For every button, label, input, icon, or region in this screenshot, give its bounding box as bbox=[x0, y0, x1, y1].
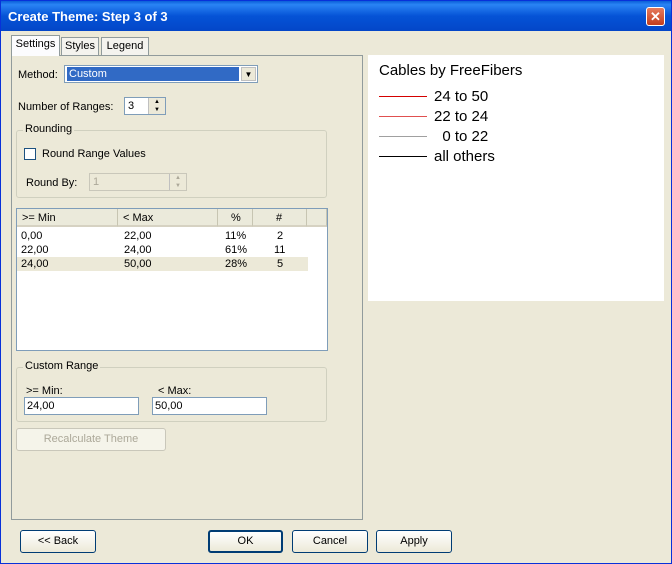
cell-percent: 28% bbox=[225, 258, 248, 270]
table-row[interactable]: 0,00 22,00 11% 2 bbox=[17, 229, 308, 243]
cell-max: 24,00 bbox=[124, 244, 152, 256]
round-range-label: Round Range Values bbox=[42, 148, 146, 160]
cell-count: 11 bbox=[274, 244, 286, 256]
chevron-down-icon[interactable]: ▼ bbox=[241, 67, 256, 81]
round-by-value: 1 bbox=[93, 176, 100, 188]
cell-min: 24,00 bbox=[21, 258, 49, 270]
cell-count: 5 bbox=[277, 258, 284, 270]
max-label: < Max: bbox=[158, 385, 192, 397]
cell-max: 22,00 bbox=[124, 230, 152, 242]
close-icon: ✕ bbox=[650, 9, 661, 24]
spinner-arrows-icon[interactable]: ▲ ▼ bbox=[148, 98, 165, 114]
legend-label: 22 to 24 bbox=[434, 108, 489, 125]
round-range-checkbox[interactable] bbox=[24, 148, 36, 160]
column-header-count[interactable]: # bbox=[253, 209, 307, 227]
custom-range-group-title: Custom Range bbox=[23, 360, 101, 372]
legend-entry: 22 to 24 bbox=[379, 107, 659, 127]
ok-button[interactable]: OK bbox=[208, 530, 283, 553]
cell-max: 50,00 bbox=[124, 258, 152, 270]
cell-percent: 11% bbox=[225, 230, 247, 242]
ranges-label: Number of Ranges: bbox=[18, 101, 114, 113]
legend-preview: Cables by FreeFibers 24 to 50 22 to 24 0… bbox=[368, 55, 664, 301]
close-button[interactable]: ✕ bbox=[646, 7, 665, 26]
preview-title: Cables by FreeFibers bbox=[379, 62, 523, 79]
round-by-label: Round By: bbox=[26, 177, 78, 189]
tab-styles[interactable]: Styles bbox=[61, 37, 99, 55]
window-title: Create Theme: Step 3 of 3 bbox=[8, 9, 168, 24]
legend-entry: all others bbox=[379, 147, 659, 167]
method-value: Custom bbox=[67, 67, 239, 81]
tab-settings[interactable]: Settings bbox=[11, 35, 60, 56]
ranges-spinner[interactable]: 3 ▲ ▼ bbox=[124, 97, 166, 115]
cell-min: 0,00 bbox=[21, 230, 43, 242]
title-bar[interactable]: Create Theme: Step 3 of 3 ✕ bbox=[1, 1, 671, 31]
legend-label: all others bbox=[434, 148, 495, 165]
max-input[interactable]: 50,00 bbox=[152, 397, 267, 415]
rounding-group-title: Rounding bbox=[23, 123, 75, 135]
cell-percent: 61% bbox=[225, 244, 248, 256]
cell-count: 2 bbox=[277, 230, 284, 242]
create-theme-dialog: Create Theme: Step 3 of 3 ✕ Settings Sty… bbox=[0, 0, 672, 564]
column-header-filler bbox=[307, 209, 327, 227]
apply-button[interactable]: Apply bbox=[376, 530, 452, 553]
legend-line bbox=[379, 96, 427, 97]
min-input[interactable]: 24,00 bbox=[24, 397, 139, 415]
legend-entry: 0 to 22 bbox=[379, 127, 659, 147]
cell-min: 22,00 bbox=[21, 244, 49, 256]
round-by-spinner[interactable]: 1 ▲ ▼ bbox=[89, 173, 187, 191]
ranges-table[interactable]: >= Min < Max % # 0,00 22,00 11% 2 22,00 … bbox=[16, 208, 328, 351]
legend-label: 0 to 22 bbox=[434, 128, 489, 145]
legend-line bbox=[379, 156, 427, 157]
min-label: >= Min: bbox=[26, 385, 63, 397]
legend-label: 24 to 50 bbox=[434, 88, 489, 105]
tab-legend[interactable]: Legend bbox=[101, 37, 149, 55]
table-row[interactable]: 22,00 24,00 61% 11 bbox=[17, 243, 308, 257]
method-label: Method: bbox=[18, 69, 58, 81]
ranges-value: 3 bbox=[128, 100, 135, 112]
spinner-arrows-icon[interactable]: ▲ ▼ bbox=[169, 174, 186, 190]
table-row[interactable]: 24,00 50,00 28% 5 bbox=[17, 257, 308, 271]
legend-line bbox=[379, 136, 427, 137]
legend-line bbox=[379, 116, 427, 117]
cancel-button[interactable]: Cancel bbox=[292, 530, 368, 553]
column-header-max[interactable]: < Max bbox=[118, 209, 218, 227]
recalculate-theme-button[interactable]: Recalculate Theme bbox=[16, 428, 166, 451]
legend-entry: 24 to 50 bbox=[379, 87, 659, 107]
column-header-min[interactable]: >= Min bbox=[17, 209, 118, 227]
method-select[interactable]: Custom ▼ bbox=[64, 65, 258, 83]
column-header-percent[interactable]: % bbox=[218, 209, 253, 227]
back-button[interactable]: << Back bbox=[20, 530, 96, 553]
